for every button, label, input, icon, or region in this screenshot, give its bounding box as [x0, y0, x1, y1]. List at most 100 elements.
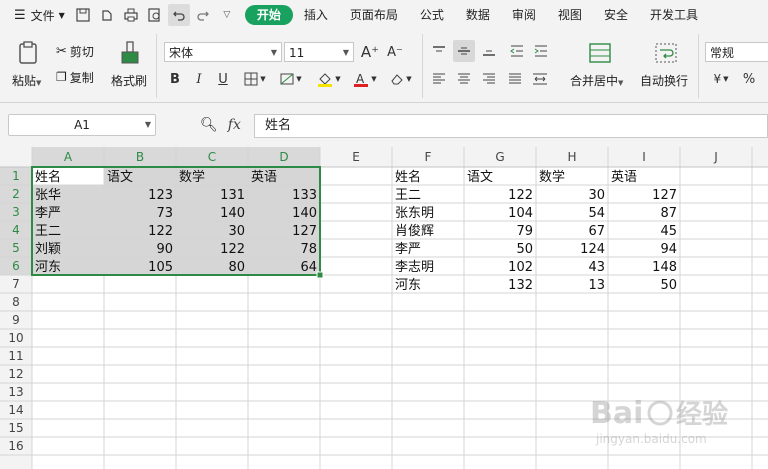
- borders-button[interactable]: ▼: [240, 70, 270, 88]
- print-button[interactable]: [120, 4, 142, 26]
- decrease-indent-button[interactable]: [508, 42, 526, 60]
- cell-f2[interactable]: 王二: [395, 188, 421, 203]
- cell-b4[interactable]: 122: [148, 224, 173, 239]
- fill-color-button[interactable]: ▼: [314, 70, 344, 88]
- spreadsheet-grid[interactable]: A B C D E F G H I J12345678910111213141516姓名 语文 数学英…: [0, 147, 768, 469]
- cell-c6[interactable]: 80: [228, 260, 245, 275]
- row-header-11[interactable]: 11: [8, 349, 23, 363]
- align-bottom-button[interactable]: [480, 42, 498, 60]
- cell-h7[interactable]: 13: [588, 278, 605, 293]
- column-header-h[interactable]: H: [567, 150, 576, 164]
- fill-handle[interactable]: [316, 271, 324, 279]
- cell-i1[interactable]: 英语: [611, 170, 637, 185]
- paste-button[interactable]: 粘贴▼: [10, 38, 50, 94]
- zoom-icon[interactable]: 🔍︎: [200, 117, 218, 133]
- cell-a6[interactable]: 河东: [35, 260, 61, 275]
- row-header-2[interactable]: 2: [12, 187, 20, 201]
- cell-b3[interactable]: 73: [156, 206, 173, 221]
- cell-a2[interactable]: 张华: [35, 188, 61, 203]
- format-painter-button[interactable]: 格式刷: [110, 38, 150, 94]
- italic-button[interactable]: I: [190, 70, 208, 88]
- column-header-d[interactable]: D: [279, 150, 288, 164]
- font-size-select[interactable]: 11 ▼: [284, 42, 354, 62]
- row-header-13[interactable]: 13: [8, 385, 23, 399]
- font-name-select[interactable]: 宋体 ▼: [164, 42, 282, 62]
- cell-g7[interactable]: 132: [508, 278, 533, 293]
- increase-font-button[interactable]: A⁺: [360, 42, 380, 62]
- font-color-button[interactable]: A ▼: [350, 70, 380, 88]
- cell-f3[interactable]: 张东明: [395, 206, 434, 221]
- undo-button[interactable]: [167, 4, 190, 26]
- fx-icon[interactable]: fx: [228, 117, 241, 133]
- underline-button[interactable]: U: [214, 70, 232, 88]
- fill-pattern-button[interactable]: ▼: [276, 70, 306, 88]
- row-header-9[interactable]: 9: [12, 313, 20, 327]
- cell-h3[interactable]: 54: [588, 206, 605, 221]
- tab-data[interactable]: 数据: [455, 0, 501, 30]
- column-header-e[interactable]: E: [352, 150, 360, 164]
- export-button[interactable]: [96, 4, 118, 26]
- tab-home[interactable]: 开始: [244, 5, 293, 25]
- cell-i4[interactable]: 45: [660, 224, 677, 239]
- cell-f5[interactable]: 李严: [395, 242, 421, 257]
- merge-center-button[interactable]: 合并居中▼: [570, 38, 632, 94]
- cell-d4[interactable]: 127: [292, 224, 317, 239]
- cut-button[interactable]: ✂ 剪切: [56, 42, 94, 60]
- cell-f1[interactable]: 姓名: [395, 169, 421, 185]
- row-header-10[interactable]: 10: [8, 331, 23, 345]
- column-header-c[interactable]: C: [208, 150, 216, 164]
- align-middle-button[interactable]: [453, 40, 475, 62]
- copy-button[interactable]: ❐ 复制: [56, 68, 94, 86]
- cell-g3[interactable]: 104: [508, 206, 533, 221]
- cell-d1[interactable]: 英语: [251, 170, 277, 185]
- percent-button[interactable]: %: [740, 70, 758, 88]
- column-header-g[interactable]: G: [495, 150, 504, 164]
- tab-formulas[interactable]: 公式: [409, 0, 455, 30]
- cell-d2[interactable]: 133: [292, 188, 317, 203]
- cell-i3[interactable]: 87: [660, 206, 677, 221]
- tab-view[interactable]: 视图: [547, 0, 593, 30]
- tab-page-layout[interactable]: 页面布局: [339, 0, 409, 30]
- row-header-4[interactable]: 4: [12, 223, 20, 237]
- cell-h1[interactable]: 数学: [539, 169, 565, 185]
- row-header-7[interactable]: 7: [12, 277, 20, 291]
- name-box[interactable]: A1 ▼: [8, 114, 156, 136]
- column-header-f[interactable]: F: [425, 150, 432, 164]
- cell-i7[interactable]: 50: [660, 278, 677, 293]
- bold-button[interactable]: B: [166, 70, 184, 88]
- align-right-button[interactable]: [480, 70, 498, 88]
- align-top-button[interactable]: [430, 42, 448, 60]
- row-header-1[interactable]: 1: [12, 169, 20, 183]
- cell-b1[interactable]: 语文: [107, 170, 133, 185]
- cell-a4[interactable]: 王二: [35, 224, 61, 239]
- row-header-6[interactable]: 6: [12, 259, 20, 273]
- column-header-b[interactable]: B: [136, 150, 144, 164]
- distribute-button[interactable]: [530, 70, 550, 88]
- row-header-8[interactable]: 8: [12, 295, 20, 309]
- cell-g2[interactable]: 122: [508, 188, 533, 203]
- cell-b5[interactable]: 90: [156, 242, 173, 257]
- column-header-a[interactable]: A: [64, 150, 73, 164]
- cell-i5[interactable]: 94: [660, 242, 677, 257]
- wrap-text-button[interactable]: 自动换行: [640, 38, 692, 94]
- cell-c5[interactable]: 122: [220, 242, 245, 257]
- cell-b2[interactable]: 123: [148, 188, 173, 203]
- row-header-5[interactable]: 5: [12, 241, 20, 255]
- tab-security[interactable]: 安全: [593, 0, 639, 30]
- row-header-12[interactable]: 12: [8, 367, 23, 381]
- cell-c3[interactable]: 140: [220, 206, 245, 221]
- justify-button[interactable]: [506, 70, 524, 88]
- cell-h6[interactable]: 43: [588, 260, 605, 275]
- cell-c1[interactable]: 数学: [179, 169, 205, 185]
- save-button[interactable]: [72, 4, 94, 26]
- formula-input[interactable]: 姓名: [254, 114, 768, 138]
- tab-insert[interactable]: 插入: [293, 0, 339, 30]
- row-header-16[interactable]: 16: [8, 439, 23, 453]
- cell-a5[interactable]: 刘颖: [35, 242, 61, 257]
- cell-b6[interactable]: 105: [148, 260, 173, 275]
- cell-f7[interactable]: 河东: [395, 278, 421, 293]
- column-header-j[interactable]: J: [713, 150, 718, 164]
- tab-developer[interactable]: 开发工具: [639, 0, 709, 30]
- cell-g1[interactable]: 语文: [467, 170, 493, 185]
- print-preview-button[interactable]: [144, 4, 166, 26]
